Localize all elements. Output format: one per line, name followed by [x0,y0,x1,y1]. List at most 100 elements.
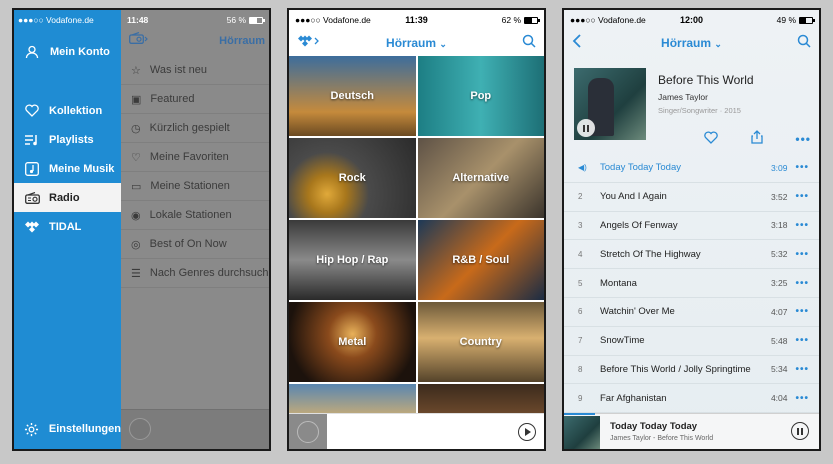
more-icon[interactable]: ••• [795,306,809,317]
status-bar: ●●●○○ Vodafone.de 11:39 62 % [289,10,544,30]
menu-item-radio[interactable]: Radio [14,183,121,212]
genre-label: Alternative [452,172,510,184]
phone-screen-genres: ●●●○○ Vodafone.de 11:39 62 % Hörraum ⌄ D… [287,8,546,451]
more-icon[interactable]: ••• [795,364,809,375]
battery-icon [524,16,540,24]
more-icon[interactable]: ••• [795,249,809,260]
more-icon[interactable]: ••• [795,393,809,404]
more-icon[interactable]: ••• [795,220,809,231]
phone-screen-menu: ●●●○○ Vodafone.de Mein Konto Kollektion … [12,8,271,451]
table-row[interactable]: 5 Montana 3:25 ••• [564,269,819,298]
genre-tile-deutsch[interactable]: Deutsch [289,56,416,136]
battery-icon [249,16,265,24]
menu-item-meine-musik[interactable]: Meine Musik [14,154,121,183]
mini-player[interactable] [121,409,269,449]
menu-item-label: Radio [49,191,80,204]
list-item[interactable]: ◎ Best of On Now [121,230,269,259]
mini-player[interactable]: Today Today Today James Taylor - Before … [564,413,819,449]
disc-icon [297,421,319,443]
genre-tile-country[interactable]: Country [417,302,544,382]
time-label: 12:00 [679,15,704,25]
album-artwork [574,68,646,140]
pause-button[interactable] [577,119,595,137]
battery-icon [799,16,815,24]
menu-item-settings[interactable]: Einstellungen [14,415,121,443]
genre-tile-hip-hop[interactable]: Hip Hop / Rap [289,220,416,300]
more-icon[interactable]: ••• [795,162,809,173]
person-icon [24,44,40,60]
now-playing-artwork [564,416,600,449]
heart-icon[interactable] [704,130,718,147]
page-title: Hörraum [386,36,437,50]
list-item[interactable]: ◉ Lokale Stationen [121,201,269,230]
table-row[interactable]: 7 SnowTime 5:48 ••• [564,327,819,356]
menu-item-playlists[interactable]: Playlists [14,125,121,154]
list-item[interactable]: ◷ Kürzlich gespielt [121,114,269,143]
pause-button[interactable] [791,422,809,440]
track-duration: 5:48 [770,335,788,346]
more-icon[interactable]: ••• [795,335,809,346]
heart-icon: ♡ [131,151,141,164]
track-title: Before This World / Jolly Springtime [600,363,751,375]
playback-progress-bar[interactable] [564,413,595,415]
list-item[interactable]: ☰ Nach Genres durchsuchen [121,259,269,288]
list-item[interactable]: ▭ Meine Stationen [121,172,269,201]
share-icon[interactable] [751,130,763,147]
status-bar: ●●●○○ Vodafone.de 12:00 49 % [564,10,819,30]
list-icon: ☰ [131,267,141,280]
play-button[interactable] [518,423,536,441]
table-row[interactable]: 8 Before This World / Jolly Springtime 5:3… [564,356,819,385]
track-number: 5 [578,278,583,288]
track-title: Watchin' Over Me [600,306,675,318]
dimmed-content[interactable]: 11:48 56 % Hörraum ☆ Was ist neu ▣ Feature… [121,10,269,449]
playlist-icon [24,132,40,148]
more-icon[interactable]: ••• [795,132,811,146]
table-row[interactable]: 6 Watchin' Over Me 4:07 ••• [564,298,819,327]
list-item[interactable]: ☆ Was ist neu [121,56,269,85]
radio-icon[interactable] [129,31,149,50]
genre-tile-rock[interactable]: Rock [289,138,416,218]
now-playing-subtitle: James Taylor - Before This World [610,435,714,442]
more-icon[interactable]: ••• [795,278,809,289]
page-title-dropdown[interactable]: Hörraum ⌄ [289,36,544,50]
status-bar: ●●●○○ Vodafone.de [14,10,121,30]
phone-screen-album: ●●●○○ Vodafone.de 12:00 49 % Hörraum ⌄ B… [562,8,821,451]
album-meta: Singer/Songwriter · 2015 [658,106,741,115]
star-icon: ☆ [131,64,141,77]
list-item-label: Meine Stationen [150,180,230,192]
genre-label: Metal [338,336,367,348]
page-title-dropdown[interactable]: Hörraum ⌄ [564,36,819,50]
menu-item-account[interactable]: Mein Konto [14,37,121,67]
menu-item-label: TIDAL [49,220,82,233]
genre-tile-pop[interactable]: Pop [417,56,544,136]
chevron-down-icon: ⌄ [714,39,722,49]
battery-label: 56 % [226,15,246,25]
track-number: 6 [578,307,583,317]
menu-item-tidal[interactable]: TIDAL [14,212,121,241]
mini-player[interactable] [289,413,544,449]
table-row[interactable]: 9 Far Afghanistan 4:04 ••• [564,384,819,414]
carrier-label: ●●●○○ Vodafone.de [18,15,94,25]
nav-bar: Hörraum ⌄ [564,30,819,56]
nav-bar: Hörraum ⌄ [289,30,544,56]
table-row[interactable]: 4 Stretch Of The Highway 5:32 ••• [564,240,819,270]
genre-tile-rnb-soul[interactable]: R&B / Soul [417,220,544,300]
menu-item-kollektion[interactable]: Kollektion [14,96,121,125]
table-row[interactable]: 3 Angels Of Fenway 3:18 ••• [564,212,819,241]
list-item-label: Featured [150,93,195,105]
list-item[interactable]: ▣ Featured [121,85,269,114]
genre-tile-metal[interactable]: Metal [289,302,416,382]
table-row[interactable]: ◀) Today Today Today 3:09 ••• [564,154,819,183]
list-item-label: Meine Favoriten [149,151,229,163]
list-item-label: Best of On Now [149,238,227,250]
table-row[interactable]: 2 You And I Again 3:52 ••• [564,183,819,212]
nav-bar: Hörraum [121,30,269,52]
location-icon: ◉ [131,209,141,222]
menu-item-label: Playlists [49,133,94,146]
list-item[interactable]: ♡ Meine Favoriten [121,143,269,172]
more-icon[interactable]: ••• [795,191,809,202]
heart-icon [24,103,40,119]
genre-tile-alternative[interactable]: Alternative [417,138,544,218]
track-title: Far Afghanistan [600,392,667,404]
album-artist[interactable]: James Taylor [658,92,811,102]
